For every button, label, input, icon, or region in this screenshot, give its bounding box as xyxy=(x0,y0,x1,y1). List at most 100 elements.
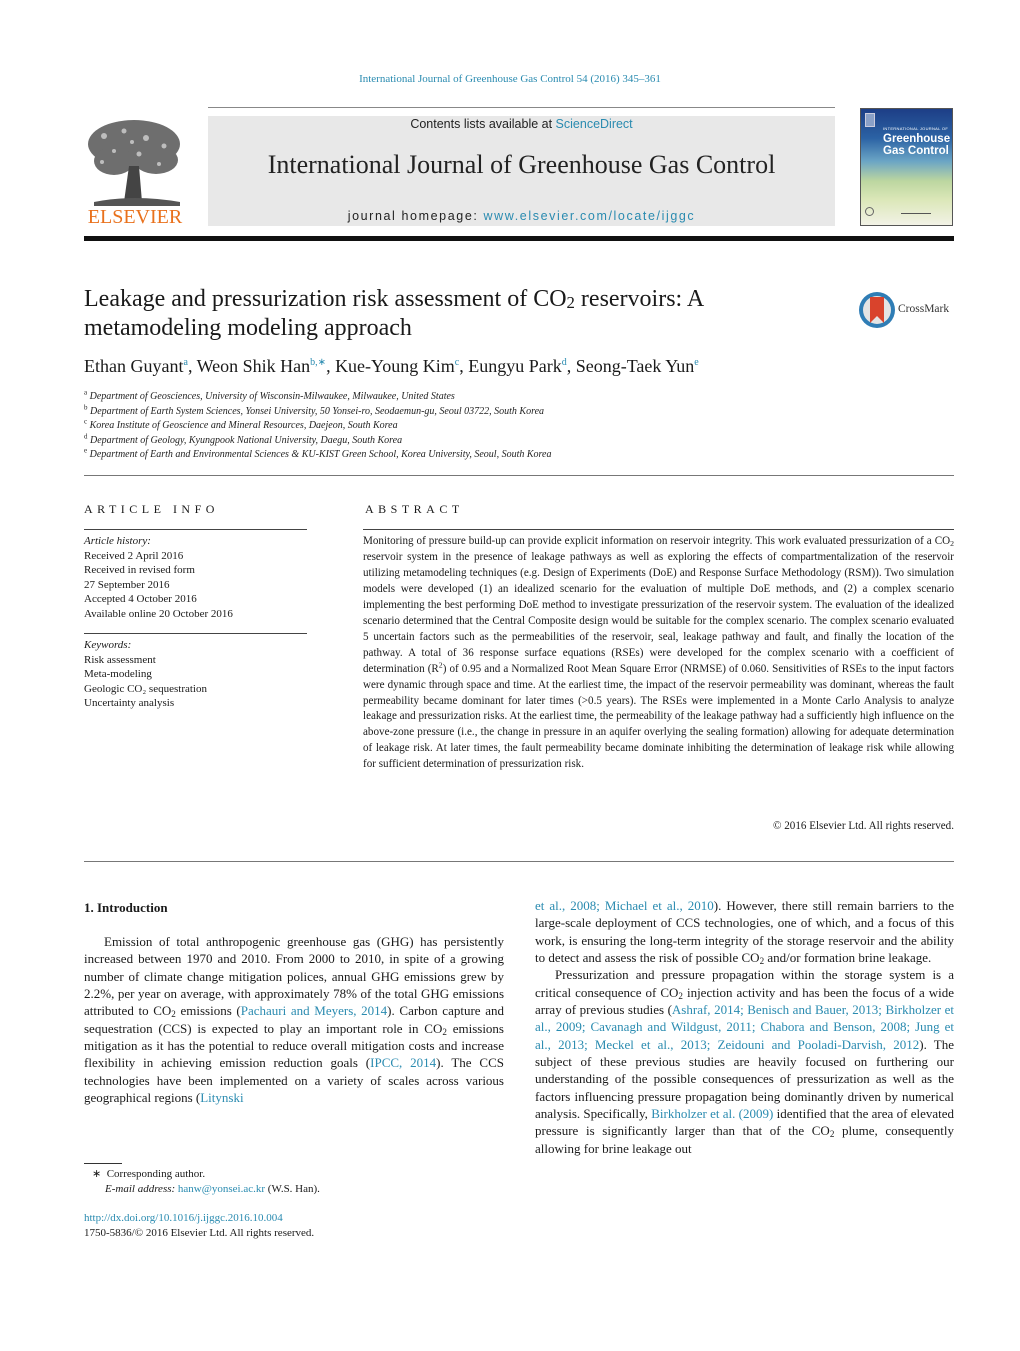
author-name: Weon Shik Han xyxy=(196,356,311,376)
affiliation-text: Department of Earth System Sciences, Yon… xyxy=(90,405,545,417)
abstract-text: ) of 0.95 and a Normalized Root Mean Squ… xyxy=(363,662,954,771)
body-column-left: Emission of total anthropogenic greenhou… xyxy=(84,933,504,1106)
corresponding-author-note: ∗ Corresponding author. xyxy=(92,1167,512,1182)
keywords-label: Keywords: xyxy=(84,639,132,651)
abstract-text: Monitoring of pressure build-up can prov… xyxy=(363,535,951,547)
journal-cover-thumbnail[interactable]: INTERNATIONAL JOURNAL OF Greenhouse Gas … xyxy=(860,108,953,226)
masthead-divider xyxy=(84,236,954,241)
footnote-text: Corresponding author. xyxy=(106,1168,206,1180)
journal-homepage-line: journal homepage: www.elsevier.com/locat… xyxy=(208,209,835,223)
citation-link[interactable]: IPCC, 2014 xyxy=(370,1055,436,1070)
author-name: Seong-Taek Yun xyxy=(575,356,695,376)
affiliation-text: Department of Geosciences, University of… xyxy=(89,391,455,402)
author-affiliation-link[interactable]: c xyxy=(455,357,459,368)
history-item: 27 September 2016 xyxy=(84,578,170,591)
author-affiliation-link[interactable]: e xyxy=(694,357,698,368)
affiliation: c Korea Institute of Geoscience and Mine… xyxy=(84,417,964,434)
contents-line: Contents lists available at ScienceDirec… xyxy=(208,117,835,131)
affiliation: d Department of Geology, Kyungpook Natio… xyxy=(84,432,964,449)
abstract-body: Monitoring of pressure build-up can prov… xyxy=(363,534,954,773)
history-item: Received in revised form xyxy=(84,564,195,576)
title-subscript: 2 xyxy=(566,293,575,312)
author-affiliation-link[interactable]: b,∗ xyxy=(310,357,326,368)
section-heading-introduction: 1. Introduction xyxy=(84,900,168,915)
paragraph: Pressurization and pressure propagation … xyxy=(535,966,954,1157)
abstract-copyright: © 2016 Elsevier Ltd. All rights reserved… xyxy=(773,820,954,832)
citation-link[interactable]: Litynski xyxy=(200,1090,243,1105)
abstract-text: reservoir system in the presence of leak… xyxy=(363,550,954,675)
history-label: Article history: xyxy=(84,535,151,547)
title-text: Leakage and pressurization risk assessme… xyxy=(84,286,567,312)
body-text: emissions ( xyxy=(175,1003,241,1019)
affiliation: e Department of Earth and Environmental … xyxy=(84,446,964,463)
abstract-end-divider xyxy=(84,861,954,862)
elsevier-wordmark: ELSEVIER xyxy=(87,206,183,228)
footnote-divider xyxy=(84,1163,122,1164)
affiliation-text: Korea Institute of Geoscience and Minera… xyxy=(89,420,398,431)
abstract-divider xyxy=(363,529,954,530)
subscript: 2 xyxy=(950,539,954,548)
journal-homepage-link[interactable]: www.elsevier.com/locate/ijggc xyxy=(484,209,696,223)
history-item: Available online 20 October 2016 xyxy=(84,607,233,620)
cover-small-text: INTERNATIONAL JOURNAL OF xyxy=(883,126,949,131)
cover-signature-icon xyxy=(901,210,931,214)
article-info-divider xyxy=(84,529,307,530)
affiliation-key: b xyxy=(84,403,88,412)
crossmark-icon xyxy=(859,292,895,328)
email-suffix: (W.S. Han). xyxy=(265,1182,320,1195)
body-column-right: et al., 2008; Michael et al., 2010). How… xyxy=(535,897,954,1157)
affiliation-key: c xyxy=(84,417,88,426)
top-rule xyxy=(208,107,835,108)
keyword: Risk assessment xyxy=(84,653,156,666)
sciencedirect-link[interactable]: ScienceDirect xyxy=(556,117,633,131)
contents-prefix: Contents lists available at xyxy=(410,117,556,131)
abstract-heading: ABSTRACT xyxy=(365,502,464,516)
crossmark-label: CrossMark xyxy=(898,303,950,315)
issn-copyright: 1750-5836/© 2016 Elsevier Ltd. All right… xyxy=(84,1226,315,1239)
article-title: Leakage and pressurization risk assessme… xyxy=(84,285,824,343)
keywords-divider xyxy=(84,633,307,634)
affiliation: b Department of Earth System Sciences, Y… xyxy=(84,403,964,420)
citation-link[interactable]: Birkholzer et al. (2009) xyxy=(651,1106,773,1121)
keyword: Meta-modeling xyxy=(84,668,152,680)
footnotes: ∗ Corresponding author. E-mail address: … xyxy=(92,1167,512,1196)
running-head[interactable]: International Journal of Greenhouse Gas … xyxy=(0,73,1020,85)
doi-link[interactable]: http://dx.doi.org/10.1016/j.ijggc.2016.1… xyxy=(84,1211,504,1226)
crossmark-button[interactable]: CrossMark xyxy=(858,291,958,329)
keywords: Keywords: Risk assessment Meta-modeling … xyxy=(84,638,309,711)
footnote-mark: ∗ xyxy=(92,1168,102,1180)
author-affiliation-link[interactable]: d xyxy=(562,357,567,368)
header-divider xyxy=(84,475,954,476)
email-label: E-mail address: xyxy=(105,1182,176,1195)
affiliation-key: a xyxy=(84,388,88,397)
email-link[interactable]: hanw@yonsei.ac.kr xyxy=(178,1183,265,1195)
email-note: E-mail address: hanw@yonsei.ac.kr (W.S. … xyxy=(92,1182,512,1197)
keyword: Geologic CO₂ sequestration xyxy=(84,682,207,695)
body-text: and/or formation brine leakage. xyxy=(764,950,932,966)
article-history: Article history: Received 2 April 2016 R… xyxy=(84,534,309,621)
author-name: Ethan Guyant xyxy=(84,356,184,376)
cover-seal-icon xyxy=(865,207,874,216)
affiliation: a Department of Geosciences, University … xyxy=(84,388,964,405)
paragraph: et al., 2008; Michael et al., 2010). How… xyxy=(535,897,954,966)
affiliation-key: e xyxy=(84,446,88,455)
article-info-heading: ARTICLE INFO xyxy=(84,502,219,516)
author-name: Kue-Young Kim xyxy=(335,356,455,376)
author-affiliation-link[interactable]: a xyxy=(183,357,187,368)
author-name: Eungyu Park xyxy=(468,356,562,376)
cover-title: Greenhouse Gas Control xyxy=(883,133,951,157)
affiliation-text: Department of Geology, Kyungpook Nationa… xyxy=(90,434,403,446)
citation-link[interactable]: Pachauri and Meyers, 2014 xyxy=(241,1003,387,1018)
affiliation-text: Department of Earth and Environmental Sc… xyxy=(89,449,552,460)
citation-link[interactable]: et al., 2008; Michael et al., 2010 xyxy=(535,898,714,913)
history-item: Received 2 April 2016 xyxy=(84,549,184,562)
homepage-prefix: journal homepage: xyxy=(347,209,484,223)
history-item: Accepted 4 October 2016 xyxy=(84,593,197,605)
author-list: Ethan Guyanta, Weon Shik Hanb,∗, Kue-You… xyxy=(84,356,699,376)
cover-badge-icon xyxy=(865,113,875,127)
keyword: Uncertainty analysis xyxy=(84,697,175,709)
affiliations: a Department of Geosciences, University … xyxy=(84,388,964,463)
affiliation-key: d xyxy=(84,432,88,441)
journal-title: International Journal of Greenhouse Gas … xyxy=(267,150,776,179)
doi-block: http://dx.doi.org/10.1016/j.ijggc.2016.1… xyxy=(84,1211,504,1240)
